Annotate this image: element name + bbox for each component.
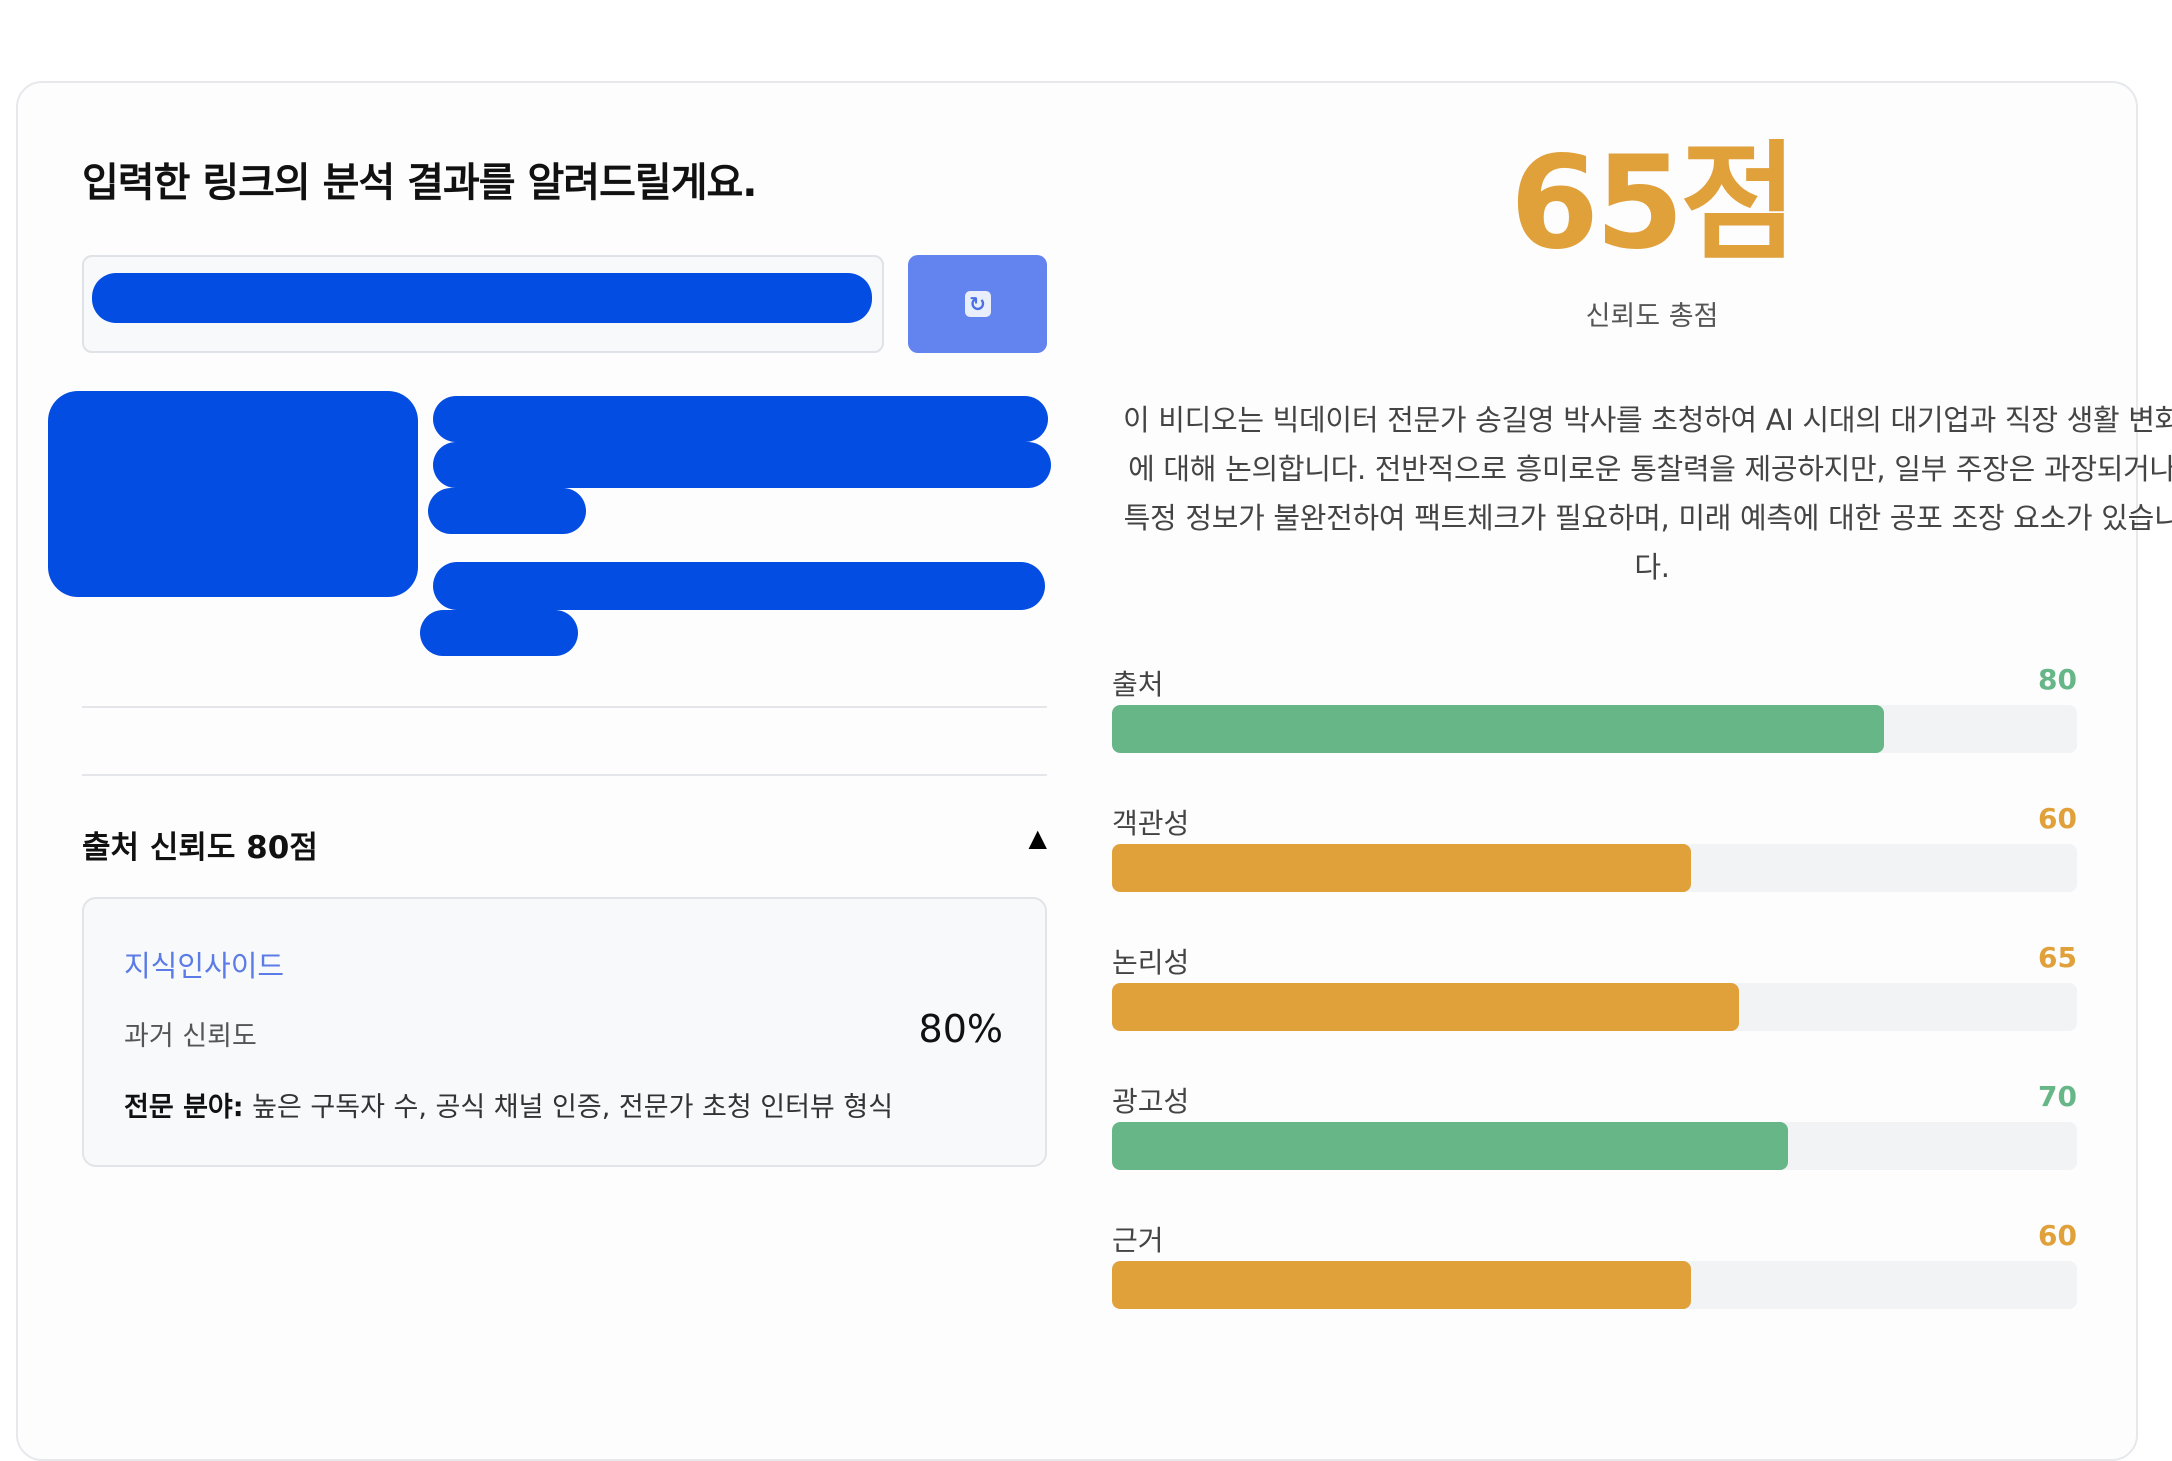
section-title: 출처 신뢰도 80점 bbox=[82, 830, 318, 866]
divider bbox=[82, 706, 1047, 708]
metric-bar-track bbox=[1112, 1261, 2077, 1309]
url-row: ↻ bbox=[82, 255, 1047, 353]
metric-label: 객관성 bbox=[1112, 807, 1190, 840]
history-value: 80% bbox=[918, 1007, 1003, 1051]
metric-value: 60 bbox=[2038, 1219, 2077, 1252]
metric-value: 80 bbox=[2038, 663, 2077, 696]
metric-value: 60 bbox=[2038, 802, 2077, 835]
total-score: 65점 bbox=[1510, 129, 1798, 278]
summary-text: 이 비디오는 빅데이터 전문가 송길영 박사를 초청하여 AI 시대의 대기업과… bbox=[1122, 403, 2172, 584]
channel-redaction bbox=[433, 562, 1045, 610]
thumbnail-redaction bbox=[48, 391, 418, 597]
page-title: 입력한 링크의 분석 결과를 알려드릴게요. bbox=[82, 160, 758, 206]
url-input[interactable] bbox=[82, 255, 884, 353]
collapse-icon[interactable]: ▲ bbox=[1029, 824, 1047, 852]
metric-value: 70 bbox=[2038, 1080, 2077, 1113]
field-line: 전문 분야: 높은 구독자 수, 공식 채널 인증, 전문가 초청 인터뷰 형식 bbox=[124, 1085, 893, 1124]
metric-label: 출처 bbox=[1112, 668, 1164, 701]
video-title-redaction bbox=[433, 442, 1051, 488]
metric-label: 논리성 bbox=[1112, 946, 1190, 979]
metric-row: 논리성 65 bbox=[1112, 941, 2077, 1041]
refresh-button[interactable]: ↻ bbox=[908, 255, 1047, 353]
metric-bar-fill bbox=[1112, 1122, 1788, 1170]
metric-row: 근거 60 bbox=[1112, 1219, 2077, 1319]
history-label: 과거 신뢰도 bbox=[124, 1021, 257, 1052]
metric-bar-fill bbox=[1112, 983, 1740, 1031]
metric-bar-fill bbox=[1112, 844, 1691, 892]
metric-row: 광고성 70 bbox=[1112, 1080, 2077, 1180]
video-title-redaction bbox=[433, 396, 1048, 442]
metric-bar-track bbox=[1112, 1122, 2077, 1170]
source-name[interactable]: 지식인사이드 bbox=[124, 943, 284, 985]
metric-row: 출처 80 bbox=[1112, 663, 2077, 763]
metric-bar-track bbox=[1112, 705, 2077, 753]
metric-label: 근거 bbox=[1112, 1224, 1164, 1257]
video-title-redaction bbox=[428, 488, 586, 534]
metric-value: 65 bbox=[2038, 941, 2077, 974]
field-label: 전문 분야: bbox=[124, 1092, 244, 1123]
score-caption: 신뢰도 총점 bbox=[1585, 301, 1719, 332]
refresh-icon: ↻ bbox=[964, 291, 991, 317]
source-detail-box: 지식인사이드 과거 신뢰도 80% 전문 분야: 높은 구독자 수, 공식 채널… bbox=[82, 897, 1047, 1167]
metric-bar-fill bbox=[1112, 705, 1884, 753]
channel-redaction bbox=[420, 610, 578, 656]
analysis-left-column: 입력한 링크의 분석 결과를 알려드릴게요. ↻ bbox=[82, 150, 1047, 353]
metric-row: 객관성 60 bbox=[1112, 802, 2077, 902]
field-value: 높은 구독자 수, 공식 채널 인증, 전문가 초청 인터뷰 형식 bbox=[243, 1092, 894, 1123]
divider bbox=[82, 774, 1047, 776]
source-section-header[interactable]: 출처 신뢰도 80점 ▲ bbox=[82, 822, 1047, 872]
metric-label: 광고성 bbox=[1112, 1085, 1190, 1118]
url-redaction bbox=[92, 273, 872, 323]
metric-bar-track bbox=[1112, 983, 2077, 1031]
metric-bar-track bbox=[1112, 844, 2077, 892]
metric-bar-fill bbox=[1112, 1261, 1691, 1309]
